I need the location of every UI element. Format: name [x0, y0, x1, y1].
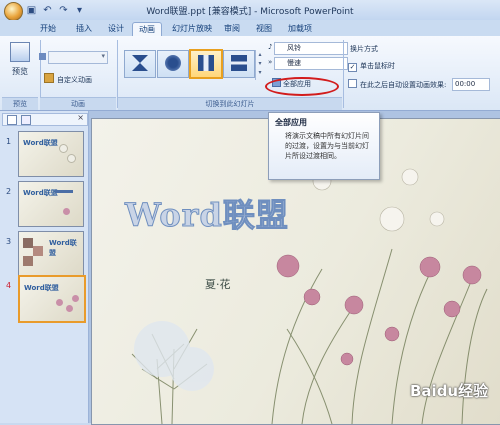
slide-number: 2: [6, 187, 12, 196]
transition-thumb-4[interactable]: [223, 50, 255, 78]
ribbon-tabs: 开始 插入 设计 动画 幻灯片放映 审阅 视图 加载项: [0, 20, 500, 37]
custom-animation-button[interactable]: 自定义动画: [44, 73, 92, 85]
pane-tabs[interactable]: ×: [2, 113, 88, 126]
slides-tab-icon: [7, 115, 17, 125]
tooltip-body: 将演示文稿中所有幻灯片间的过渡，设置为与当前幻灯片所设过渡相同。: [285, 132, 369, 160]
slide-thumbnail-4[interactable]: Word联盟: [18, 275, 86, 323]
group-label-transition: 切换到此幻灯片: [118, 97, 342, 110]
speed-icon: »: [268, 58, 273, 66]
chevron-down-icon: ▾: [101, 52, 105, 60]
tab-view[interactable]: 视图: [250, 22, 278, 36]
transition-thumb-1[interactable]: [124, 50, 156, 78]
transition-thumb-2[interactable]: [157, 50, 189, 78]
window-title: Word联盟.ppt [兼容模式] - Microsoft PowerPoint: [146, 7, 354, 17]
group-label-preview: 预览: [2, 97, 38, 110]
slide-number: 3: [6, 237, 12, 246]
highlight-circle: [265, 77, 339, 96]
tooltip-title: 全部应用: [275, 118, 307, 127]
apply-all-tooltip: 全部应用 将演示文稿中所有幻灯片间的过渡，设置为与当前幻灯片所设过渡相同。: [268, 112, 380, 180]
tab-design[interactable]: 设计: [102, 22, 130, 36]
tab-insert[interactable]: 插入: [70, 22, 98, 36]
preview-icon: [10, 42, 30, 62]
transition-sound-dropdown[interactable]: 风铃: [274, 42, 348, 55]
ribbon: 预览 预览 ▾ 自定义动画 动画 ▴ ▾ ▾ ♪ 风铃 » 慢速 全部应用 切换到此…: [0, 36, 500, 111]
slide-thumbnail-3[interactable]: Word联盟: [18, 231, 84, 277]
advance-heading: 换片方式: [350, 45, 378, 53]
transition-thumb-selected[interactable]: [189, 49, 223, 79]
group-separator: [343, 40, 344, 108]
transition-speed-dropdown[interactable]: 慢速: [274, 57, 348, 70]
tab-home[interactable]: 开始: [34, 22, 62, 36]
preview-button[interactable]: 预览: [6, 42, 34, 88]
watermark: Baidu经验: [410, 382, 489, 400]
slide-subtitle[interactable]: 夏·花: [205, 276, 231, 292]
gallery-scroll[interactable]: ▴ ▾ ▾: [255, 50, 264, 80]
close-icon[interactable]: ×: [77, 113, 84, 122]
check-icon: ✓: [348, 63, 357, 72]
slide-thumbnail-1[interactable]: Word联盟: [18, 131, 84, 177]
tab-addins[interactable]: 加载项: [282, 22, 318, 36]
slides-pane: × 1 Word联盟 2 Word联盟 3 Word联盟 4 Word联盟: [0, 111, 89, 423]
tab-animations[interactable]: 动画: [132, 22, 162, 37]
group-label-animations: 动画: [40, 97, 116, 110]
slide-title[interactable]: Word联盟: [125, 190, 289, 236]
slide-number: 4: [6, 281, 12, 290]
on-click-checkbox[interactable]: ✓ 单击鼠标时: [348, 61, 395, 72]
outline-tab-icon: [21, 115, 31, 125]
auto-after-checkbox[interactable]: 在此之后自动设置动画效果:: [348, 79, 446, 90]
sound-icon: ♪: [268, 43, 273, 51]
slide-thumbnail-2[interactable]: Word联盟: [18, 181, 84, 227]
animate-icon: [39, 53, 46, 60]
slide-number: 1: [6, 137, 12, 146]
tab-review[interactable]: 审阅: [218, 22, 246, 36]
animate-dropdown[interactable]: ▾: [39, 51, 108, 64]
custom-animation-icon: [44, 73, 54, 83]
auto-after-time-input[interactable]: 00:00: [452, 78, 490, 91]
tab-slideshow[interactable]: 幻灯片放映: [166, 22, 218, 36]
